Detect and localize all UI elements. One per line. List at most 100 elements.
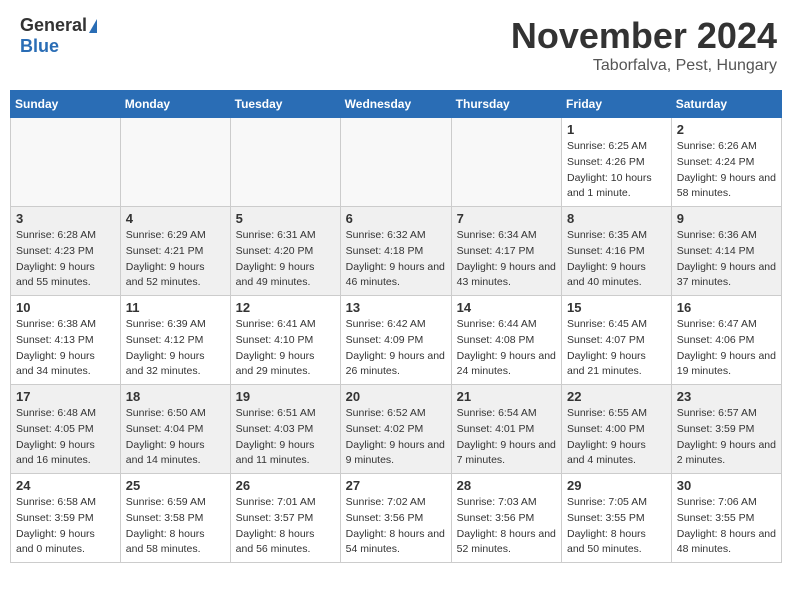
- day-number: 26: [236, 478, 335, 493]
- calendar-day-cell: 22 Sunrise: 6:55 AMSunset: 4:00 PMDayligh…: [562, 385, 672, 474]
- calendar-day-cell: 2 Sunrise: 6:26 AMSunset: 4:24 PMDaylight…: [671, 118, 781, 207]
- calendar-day-cell: 14 Sunrise: 6:44 AMSunset: 4:08 PMDayligh…: [451, 296, 561, 385]
- day-number: 23: [677, 389, 776, 404]
- day-info: Sunrise: 6:38 AMSunset: 4:13 PMDaylight:…: [16, 317, 115, 380]
- calendar-day-cell: [451, 118, 561, 207]
- logo-triangle-icon: [89, 19, 97, 33]
- calendar-day-cell: 1Sunrise: 6:25 AMSunset: 4:26 PMDaylight…: [562, 118, 672, 207]
- day-info: Sunrise: 6:59 AMSunset: 3:58 PMDaylight:…: [126, 495, 225, 558]
- day-number: 4: [126, 211, 225, 226]
- calendar-table: SundayMondayTuesdayWednesdayThursdayFrid…: [10, 90, 782, 563]
- title-block: November 2024 Taborfalva, Pest, Hungary: [511, 15, 777, 75]
- calendar-day-cell: 21Sunrise: 6:54 AMSunset: 4:01 PMDayligh…: [451, 385, 561, 474]
- calendar-week-row: 3Sunrise: 6:28 AMSunset: 4:23 PMDaylight…: [11, 207, 782, 296]
- weekday-header: Saturday: [671, 91, 781, 118]
- logo: General Blue: [20, 15, 97, 57]
- day-number: 24: [16, 478, 115, 493]
- day-info: Sunrise: 6:35 AMSunset: 4:16 PMDaylight:…: [567, 228, 666, 291]
- weekday-header: Wednesday: [340, 91, 451, 118]
- day-info: Sunrise: 6:45 AMSunset: 4:07 PMDaylight:…: [567, 317, 666, 380]
- calendar-header-row: SundayMondayTuesdayWednesdayThursdayFrid…: [11, 91, 782, 118]
- calendar-day-cell: 30Sunrise: 7:06 AMSunset: 3:55 PMDayligh…: [671, 474, 781, 563]
- day-number: 25: [126, 478, 225, 493]
- day-number: 9: [677, 211, 776, 226]
- day-number: 7: [457, 211, 556, 226]
- day-number: 28: [457, 478, 556, 493]
- calendar-day-cell: 17 Sunrise: 6:48 AMSunset: 4:05 PMDayligh…: [11, 385, 121, 474]
- day-number: 29: [567, 478, 666, 493]
- calendar-week-row: 17 Sunrise: 6:48 AMSunset: 4:05 PMDayligh…: [11, 385, 782, 474]
- calendar-day-cell: 8 Sunrise: 6:35 AMSunset: 4:16 PMDaylight…: [562, 207, 672, 296]
- day-info: Sunrise: 6:48 AMSunset: 4:05 PMDaylight:…: [16, 406, 115, 469]
- day-info: Sunrise: 6:32 AMSunset: 4:18 PMDaylight:…: [346, 228, 446, 291]
- day-info: Sunrise: 6:31 AMSunset: 4:20 PMDaylight:…: [236, 228, 335, 291]
- day-info: Sunrise: 6:57 AMSunset: 3:59 PMDaylight:…: [677, 406, 776, 469]
- day-info: Sunrise: 6:50 AMSunset: 4:04 PMDaylight:…: [126, 406, 225, 469]
- calendar-title: November 2024: [511, 15, 777, 57]
- weekday-header: Sunday: [11, 91, 121, 118]
- calendar-week-row: 1Sunrise: 6:25 AMSunset: 4:26 PMDaylight…: [11, 118, 782, 207]
- day-number: 8: [567, 211, 666, 226]
- calendar-day-cell: 11 Sunrise: 6:39 AMSunset: 4:12 PMDayligh…: [120, 296, 230, 385]
- day-number: 12: [236, 300, 335, 315]
- calendar-day-cell: 9Sunrise: 6:36 AMSunset: 4:14 PMDaylight…: [671, 207, 781, 296]
- calendar-day-cell: 10 Sunrise: 6:38 AMSunset: 4:13 PMDayligh…: [11, 296, 121, 385]
- day-info: Sunrise: 6:39 AMSunset: 4:12 PMDaylight:…: [126, 317, 225, 380]
- day-info: Sunrise: 7:05 AMSunset: 3:55 PMDaylight:…: [567, 495, 666, 558]
- calendar-day-cell: 19Sunrise: 6:51 AMSunset: 4:03 PMDayligh…: [230, 385, 340, 474]
- calendar-day-cell: [340, 118, 451, 207]
- day-info: Sunrise: 6:26 AMSunset: 4:24 PMDaylight:…: [677, 139, 776, 202]
- day-number: 2: [677, 122, 776, 137]
- day-number: 14: [457, 300, 556, 315]
- calendar-day-cell: 26 Sunrise: 7:01 AMSunset: 3:57 PMDayligh…: [230, 474, 340, 563]
- calendar-day-cell: 4 Sunrise: 6:29 AMSunset: 4:21 PMDaylight…: [120, 207, 230, 296]
- calendar-day-cell: 5 Sunrise: 6:31 AMSunset: 4:20 PMDaylight…: [230, 207, 340, 296]
- weekday-header: Friday: [562, 91, 672, 118]
- calendar-day-cell: 28 Sunrise: 7:03 AMSunset: 3:56 PMDayligh…: [451, 474, 561, 563]
- day-number: 17: [16, 389, 115, 404]
- day-info: Sunrise: 6:25 AMSunset: 4:26 PMDaylight:…: [567, 139, 666, 202]
- calendar-week-row: 24 Sunrise: 6:58 AMSunset: 3:59 PMDayligh…: [11, 474, 782, 563]
- day-info: Sunrise: 6:28 AMSunset: 4:23 PMDaylight:…: [16, 228, 115, 291]
- calendar-day-cell: 24 Sunrise: 6:58 AMSunset: 3:59 PMDayligh…: [11, 474, 121, 563]
- calendar-day-cell: 27Sunrise: 7:02 AMSunset: 3:56 PMDayligh…: [340, 474, 451, 563]
- day-number: 15: [567, 300, 666, 315]
- day-info: Sunrise: 6:41 AMSunset: 4:10 PMDaylight:…: [236, 317, 335, 380]
- day-info: Sunrise: 6:47 AMSunset: 4:06 PMDaylight:…: [677, 317, 776, 380]
- day-info: Sunrise: 6:55 AMSunset: 4:00 PMDaylight:…: [567, 406, 666, 469]
- day-info: Sunrise: 6:34 AMSunset: 4:17 PMDaylight:…: [457, 228, 556, 291]
- day-info: Sunrise: 7:06 AMSunset: 3:55 PMDaylight:…: [677, 495, 776, 558]
- header: General Blue November 2024 Taborfalva, P…: [10, 10, 782, 80]
- day-info: Sunrise: 6:58 AMSunset: 3:59 PMDaylight:…: [16, 495, 115, 558]
- calendar-day-cell: [120, 118, 230, 207]
- logo-blue-text: Blue: [20, 36, 59, 57]
- day-info: Sunrise: 7:03 AMSunset: 3:56 PMDaylight:…: [457, 495, 556, 558]
- day-info: Sunrise: 6:54 AMSunset: 4:01 PMDaylight:…: [457, 406, 556, 469]
- day-info: Sunrise: 7:01 AMSunset: 3:57 PMDaylight:…: [236, 495, 335, 558]
- calendar-day-cell: 3Sunrise: 6:28 AMSunset: 4:23 PMDaylight…: [11, 207, 121, 296]
- calendar-day-cell: [230, 118, 340, 207]
- calendar-day-cell: 6Sunrise: 6:32 AMSunset: 4:18 PMDaylight…: [340, 207, 451, 296]
- calendar-day-cell: 18Sunrise: 6:50 AMSunset: 4:04 PMDayligh…: [120, 385, 230, 474]
- calendar-day-cell: 25 Sunrise: 6:59 AMSunset: 3:58 PMDayligh…: [120, 474, 230, 563]
- day-info: Sunrise: 6:51 AMSunset: 4:03 PMDaylight:…: [236, 406, 335, 469]
- day-number: 10: [16, 300, 115, 315]
- calendar-day-cell: 7 Sunrise: 6:34 AMSunset: 4:17 PMDaylight…: [451, 207, 561, 296]
- day-number: 5: [236, 211, 335, 226]
- day-number: 11: [126, 300, 225, 315]
- calendar-week-row: 10 Sunrise: 6:38 AMSunset: 4:13 PMDayligh…: [11, 296, 782, 385]
- day-number: 13: [346, 300, 446, 315]
- calendar-day-cell: 23 Sunrise: 6:57 AMSunset: 3:59 PMDayligh…: [671, 385, 781, 474]
- day-number: 20: [346, 389, 446, 404]
- calendar-day-cell: 12 Sunrise: 6:41 AMSunset: 4:10 PMDayligh…: [230, 296, 340, 385]
- day-number: 16: [677, 300, 776, 315]
- calendar-day-cell: 20Sunrise: 6:52 AMSunset: 4:02 PMDayligh…: [340, 385, 451, 474]
- calendar-day-cell: 15 Sunrise: 6:45 AMSunset: 4:07 PMDayligh…: [562, 296, 672, 385]
- logo-general-text: General: [20, 15, 87, 36]
- day-number: 22: [567, 389, 666, 404]
- day-info: Sunrise: 6:44 AMSunset: 4:08 PMDaylight:…: [457, 317, 556, 380]
- day-info: Sunrise: 6:29 AMSunset: 4:21 PMDaylight:…: [126, 228, 225, 291]
- calendar-day-cell: [11, 118, 121, 207]
- weekday-header: Monday: [120, 91, 230, 118]
- calendar-day-cell: 16 Sunrise: 6:47 AMSunset: 4:06 PMDayligh…: [671, 296, 781, 385]
